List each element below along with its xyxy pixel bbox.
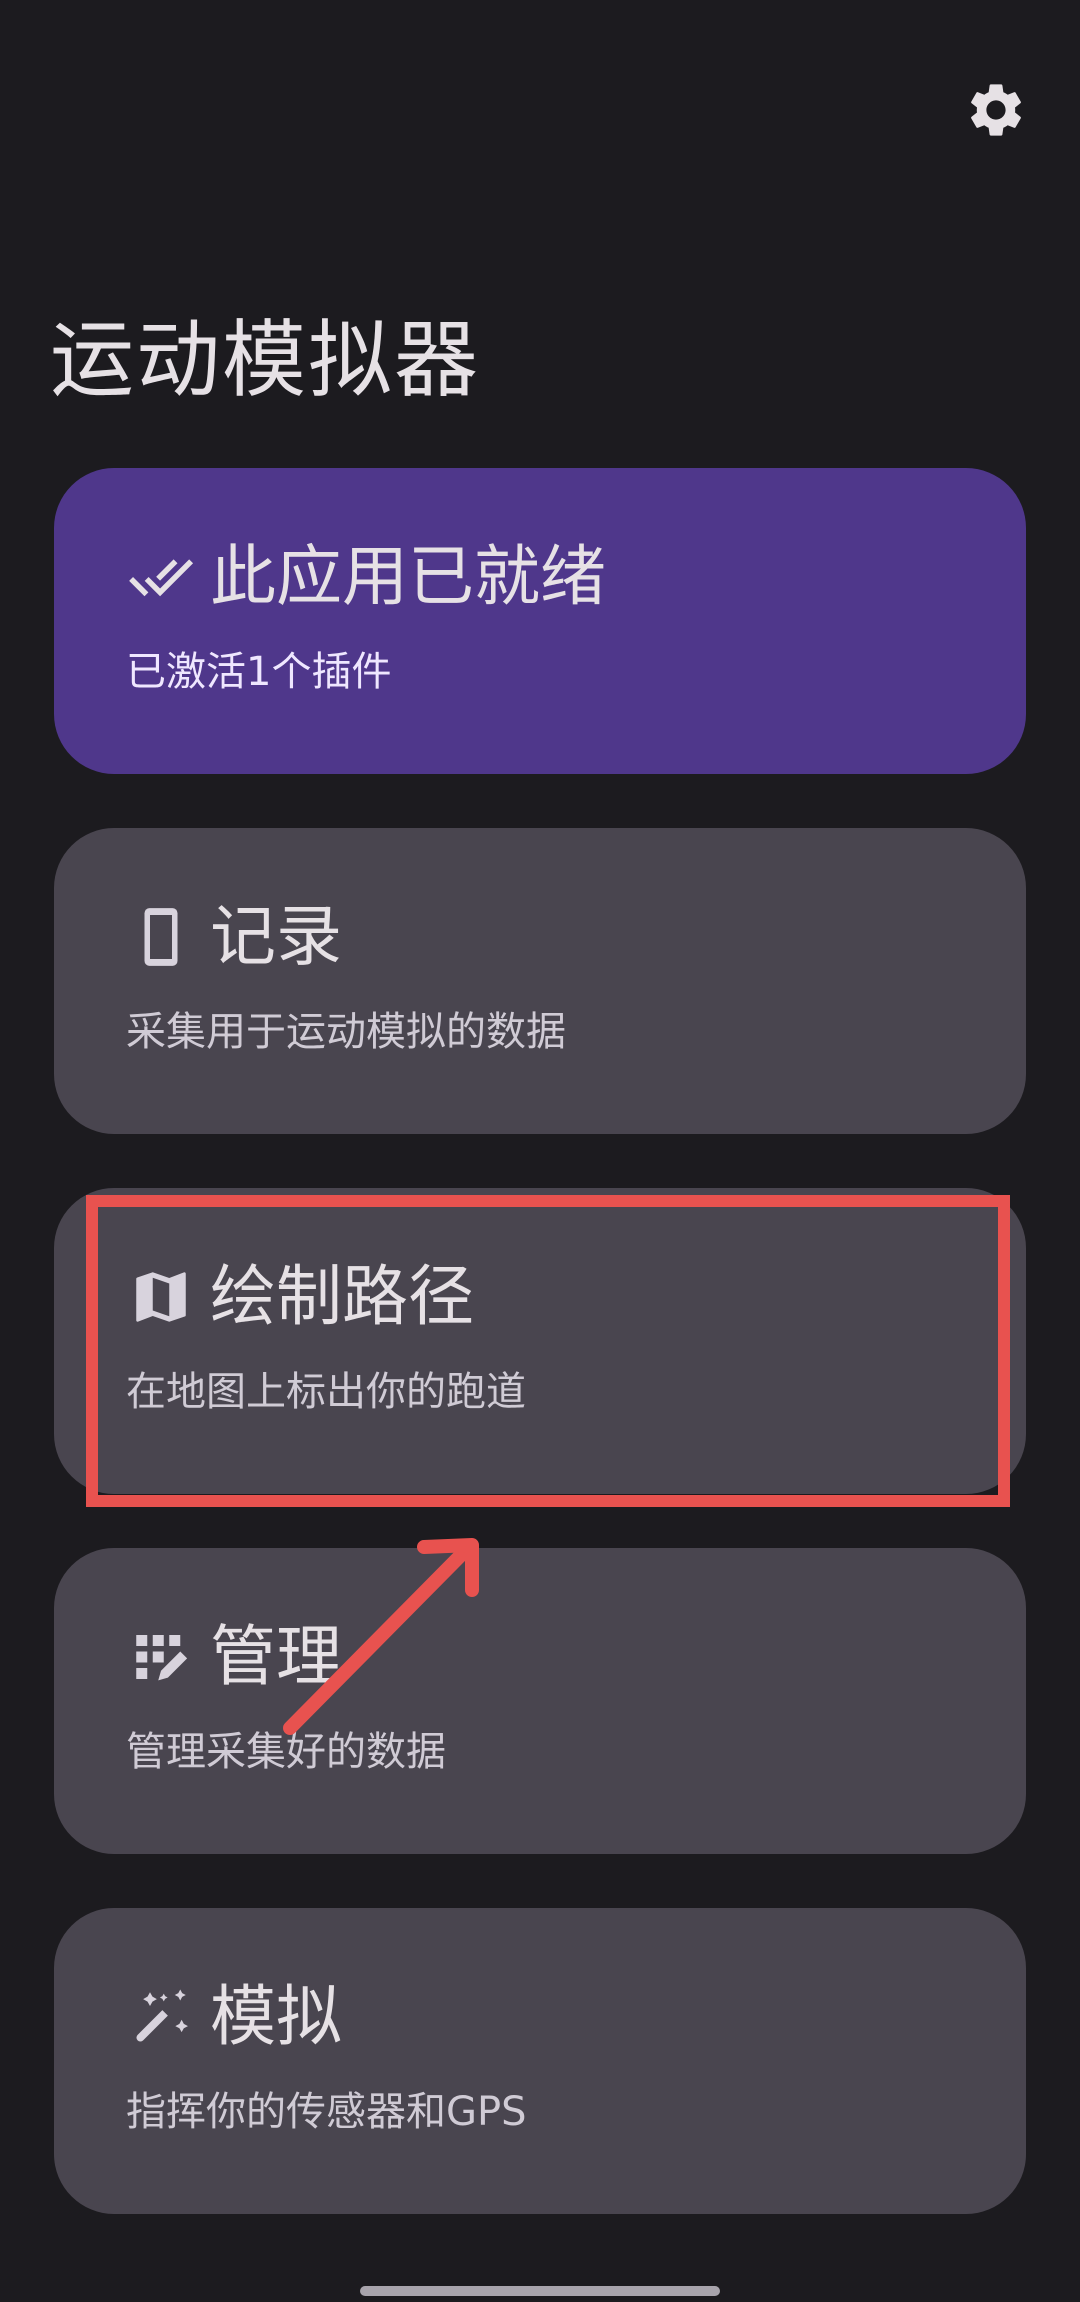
phone-icon bbox=[126, 902, 196, 972]
card-header: 模拟 bbox=[126, 1972, 342, 2062]
gear-icon bbox=[964, 78, 1028, 146]
page-title: 运动模拟器 bbox=[50, 311, 481, 409]
home-indicator[interactable] bbox=[360, 2286, 720, 2296]
card-title: 模拟 bbox=[210, 1978, 342, 2055]
card-title: 记录 bbox=[210, 898, 342, 975]
card-title: 绘制路径 bbox=[210, 1258, 474, 1335]
card-subtitle: 管理采集好的数据 bbox=[126, 1729, 446, 1775]
card-subtitle: 已激活1个插件 bbox=[126, 649, 392, 695]
card-header: 记录 bbox=[126, 892, 342, 982]
record-card[interactable]: 记录 采集用于运动模拟的数据 bbox=[54, 828, 1026, 1134]
dashboard-edit-icon bbox=[126, 1622, 196, 1692]
card-header: 管理 bbox=[126, 1612, 342, 1702]
magic-wand-icon bbox=[126, 1982, 196, 2052]
settings-button[interactable] bbox=[956, 72, 1036, 152]
card-title: 此应用已就绪 bbox=[210, 538, 606, 615]
card-title: 管理 bbox=[210, 1618, 342, 1695]
card-header: 绘制路径 bbox=[126, 1252, 474, 1342]
card-subtitle: 在地图上标出你的跑道 bbox=[126, 1369, 526, 1415]
simulate-card[interactable]: 模拟 指挥你的传感器和GPS bbox=[54, 1908, 1026, 2214]
double-check-icon bbox=[126, 542, 196, 612]
card-subtitle: 指挥你的传感器和GPS bbox=[126, 2089, 527, 2135]
card-subtitle: 采集用于运动模拟的数据 bbox=[126, 1009, 566, 1055]
map-icon bbox=[126, 1262, 196, 1332]
status-card-ready[interactable]: 此应用已就绪 已激活1个插件 bbox=[54, 468, 1026, 774]
manage-card[interactable]: 管理 管理采集好的数据 bbox=[54, 1548, 1026, 1854]
draw-route-card[interactable]: 绘制路径 在地图上标出你的跑道 bbox=[54, 1188, 1026, 1494]
card-header: 此应用已就绪 bbox=[126, 532, 606, 622]
